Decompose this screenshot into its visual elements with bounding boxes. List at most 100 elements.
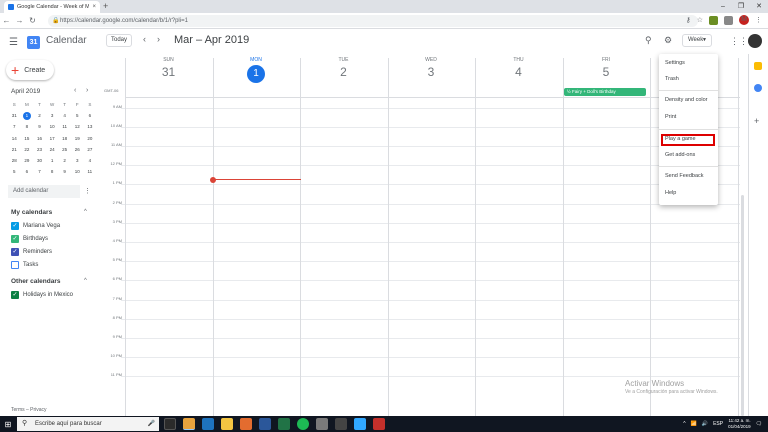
mini-day[interactable]: 26 xyxy=(71,144,84,155)
mini-day[interactable]: 22 xyxy=(21,144,34,155)
checkbox-icon[interactable]: ✓ xyxy=(11,248,19,256)
extension-icon[interactable] xyxy=(724,15,733,25)
maximize-button[interactable]: ❐ xyxy=(732,0,750,13)
extension-icon[interactable] xyxy=(709,15,718,25)
checkbox-icon[interactable]: ✓ xyxy=(11,222,19,230)
tab-close-icon[interactable]: × xyxy=(92,4,96,10)
keep-icon[interactable] xyxy=(754,62,762,70)
mini-day[interactable]: 29 xyxy=(21,155,34,166)
mini-day[interactable]: 10 xyxy=(46,121,59,132)
mini-day[interactable]: 3 xyxy=(71,155,84,166)
day-header[interactable]: TUE 2 xyxy=(300,57,387,79)
mini-day[interactable]: 1 xyxy=(21,110,34,121)
word-icon[interactable] xyxy=(259,418,271,430)
menu-item-play-a-game[interactable]: Play a game xyxy=(665,136,696,142)
mini-day[interactable]: 5 xyxy=(71,110,84,121)
create-button[interactable]: + Create xyxy=(6,60,54,80)
chevron-up-icon[interactable]: ^ xyxy=(84,209,87,215)
mini-day[interactable]: 16 xyxy=(33,133,46,144)
mini-day[interactable]: 6 xyxy=(21,166,34,177)
mini-day[interactable]: 24 xyxy=(46,144,59,155)
mini-next-icon[interactable]: › xyxy=(86,87,88,94)
mini-day[interactable]: 6 xyxy=(84,110,97,121)
tasks-icon[interactable] xyxy=(754,84,762,92)
calendar-item[interactable]: ✓ Mariana Vega xyxy=(11,222,60,230)
mini-day[interactable]: 11 xyxy=(84,166,97,177)
key-icon[interactable]: ⚷ xyxy=(686,16,691,24)
profile-avatar[interactable]: M xyxy=(739,15,749,25)
calendar-item[interactable]: ✓ Birthdays xyxy=(11,235,48,243)
previous-week-icon[interactable]: ‹ xyxy=(143,34,146,44)
mini-day[interactable]: 9 xyxy=(33,121,46,132)
vertical-scrollbar[interactable] xyxy=(741,195,744,416)
menu-item-trash[interactable]: Trash xyxy=(665,76,679,82)
menu-item-get-add-ons[interactable]: Get add-ons xyxy=(665,152,695,158)
calendar-item[interactable]: ✓ Reminders xyxy=(11,248,52,256)
day-header[interactable]: FRI 5 xyxy=(563,57,650,79)
tray-chevron-icon[interactable]: ^ xyxy=(683,421,685,427)
minimize-button[interactable]: – xyxy=(714,0,732,13)
edge-icon[interactable] xyxy=(202,418,214,430)
spotify-icon[interactable] xyxy=(297,418,309,430)
checkbox-icon[interactable]: ✓ xyxy=(11,235,19,243)
browser-menu-icon[interactable]: ⋮ xyxy=(755,16,762,24)
view-selector[interactable]: Week ▼ xyxy=(682,34,712,47)
mini-day[interactable]: 25 xyxy=(58,144,71,155)
day-header[interactable]: WED 3 xyxy=(388,57,475,79)
mini-day[interactable]: 1 xyxy=(46,155,59,166)
more-options-icon[interactable]: ⋮ xyxy=(84,187,91,195)
add-calendar-input[interactable]: Add calendar xyxy=(8,185,80,198)
day-header[interactable]: MON 1 xyxy=(213,57,300,83)
forward-icon[interactable]: → xyxy=(13,13,26,29)
mini-day[interactable]: 27 xyxy=(84,144,97,155)
address-bar[interactable]: 🔒 https://calendar.google.com/calendar/b… xyxy=(48,15,698,27)
search-icon[interactable]: ⚲ xyxy=(645,35,652,46)
notifications-icon[interactable]: 🗨 xyxy=(756,421,762,427)
star-icon[interactable]: ☆ xyxy=(697,16,703,24)
checkbox-icon[interactable] xyxy=(11,261,19,269)
mini-day[interactable]: 17 xyxy=(46,133,59,144)
account-avatar[interactable] xyxy=(748,34,762,48)
browser-tab[interactable]: Google Calendar - Week of Ma... × xyxy=(4,1,100,13)
terms-privacy-link[interactable]: Terms – Privacy xyxy=(11,407,47,413)
menu-item-help[interactable]: Help xyxy=(665,190,676,196)
taskbar-search[interactable]: ⚲ Escribe aquí para buscar 🎤 xyxy=(17,417,159,431)
network-icon[interactable]: 📶 xyxy=(691,421,697,427)
mini-day[interactable]: 20 xyxy=(84,133,97,144)
birthday-event[interactable]: ½ Fairy + Doll's Birthday xyxy=(564,88,646,96)
mini-day[interactable]: 8 xyxy=(21,121,34,132)
week-grid[interactable] xyxy=(121,58,740,416)
close-window-button[interactable]: ✕ xyxy=(750,0,768,13)
file-explorer-icon[interactable] xyxy=(221,418,233,430)
mini-day[interactable]: 31 xyxy=(8,110,21,121)
mini-day[interactable]: 23 xyxy=(33,144,46,155)
app-icon[interactable] xyxy=(316,418,328,430)
chrome-icon[interactable] xyxy=(183,418,195,430)
mini-day[interactable]: 8 xyxy=(46,166,59,177)
windows-start-icon[interactable]: ⊞ xyxy=(0,416,16,432)
app-icon[interactable] xyxy=(373,418,385,430)
excel-icon[interactable] xyxy=(278,418,290,430)
checkbox-icon[interactable]: ✓ xyxy=(11,291,19,299)
mini-day[interactable]: 3 xyxy=(46,110,59,121)
mini-day[interactable]: 28 xyxy=(8,155,21,166)
my-calendars-title[interactable]: My calendars xyxy=(11,209,52,216)
day-header[interactable]: SUN 31 xyxy=(125,57,212,79)
day-header[interactable]: THU 4 xyxy=(475,57,562,79)
calendar-item[interactable]: ✓ Holidays in Mexico xyxy=(11,291,73,299)
app-icon[interactable] xyxy=(240,418,252,430)
mini-day[interactable]: 4 xyxy=(58,110,71,121)
add-addon-icon[interactable]: + xyxy=(754,116,759,126)
menu-item-density-and-color[interactable]: Density and color xyxy=(665,97,708,103)
menu-item-send-feedback[interactable]: Send Feedback xyxy=(665,173,704,179)
main-menu-icon[interactable]: ☰ xyxy=(9,37,18,48)
menu-item-settings[interactable]: Settings xyxy=(665,60,685,66)
today-button[interactable]: Today xyxy=(106,34,132,47)
mini-day[interactable]: 7 xyxy=(8,121,21,132)
new-tab-button[interactable]: + xyxy=(103,1,108,12)
mini-day[interactable]: 10 xyxy=(71,166,84,177)
app-icon[interactable] xyxy=(335,418,347,430)
mini-day[interactable]: 4 xyxy=(84,155,97,166)
volume-icon[interactable]: 🔊 xyxy=(702,421,708,427)
mini-day[interactable]: 9 xyxy=(58,166,71,177)
